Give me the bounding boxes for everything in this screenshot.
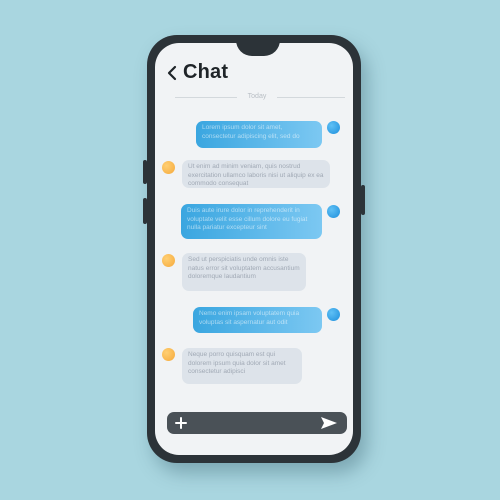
phone-screen [155, 43, 353, 455]
divider [175, 97, 237, 98]
volume-down-button [143, 198, 147, 224]
volume-up-button [143, 160, 147, 184]
avatar [162, 348, 175, 361]
message-bubble-incoming[interactable]: Neque porro quisquam est qui dolorem ips… [182, 348, 302, 384]
send-icon[interactable] [320, 416, 338, 430]
avatar [162, 254, 175, 267]
divider [277, 97, 345, 98]
avatar [327, 121, 340, 134]
avatar [327, 308, 340, 321]
avatar [327, 205, 340, 218]
chat-header: Chat [165, 60, 228, 84]
date-separator: Today [247, 93, 267, 100]
chevron-left-icon[interactable] [165, 60, 181, 84]
message-bubble-incoming[interactable]: Ut enim ad minim veniam, quis nostrud ex… [182, 160, 330, 188]
page-title: Chat [183, 60, 229, 83]
plus-icon[interactable] [174, 415, 188, 431]
message-bubble-outgoing[interactable]: Lorem ipsum dolor sit amet, consectetur … [196, 121, 322, 148]
message-input[interactable] [193, 414, 313, 432]
message-composer [167, 412, 347, 434]
message-bubble-incoming[interactable]: Sed ut perspiciatis unde omnis iste natu… [182, 253, 306, 291]
avatar [162, 161, 175, 174]
message-bubble-outgoing[interactable]: Nemo enim ipsam voluptatem quia voluptas… [193, 307, 322, 333]
power-button [361, 185, 365, 215]
message-bubble-outgoing[interactable]: Duis aute irure dolor in reprehenderit i… [181, 204, 322, 239]
